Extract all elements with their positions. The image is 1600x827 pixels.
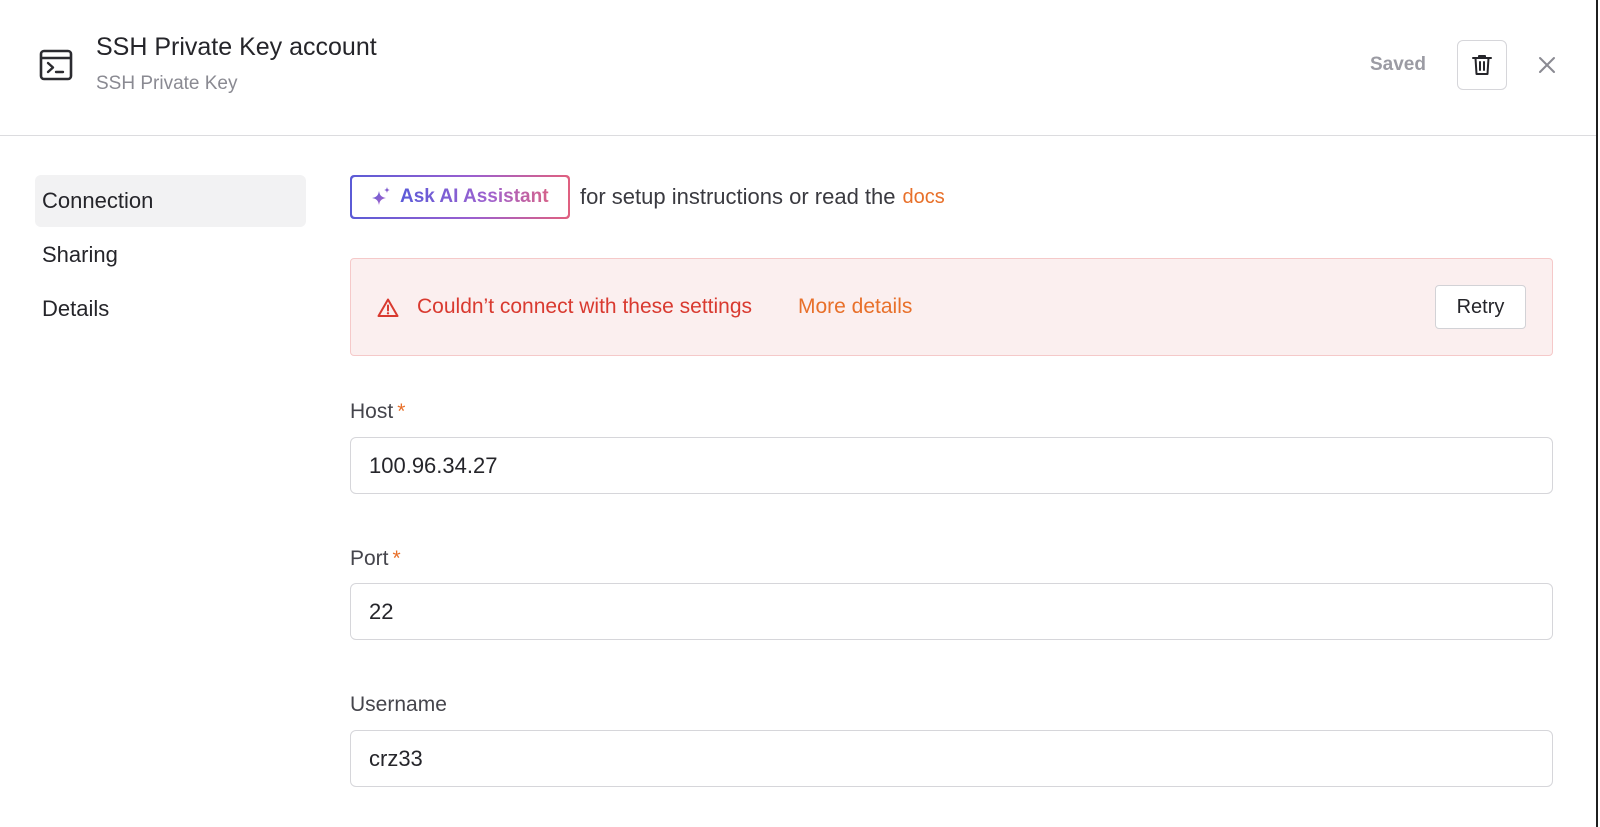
retry-button[interactable]: Retry: [1435, 285, 1526, 329]
sidebar-item-label: Connection: [42, 188, 154, 213]
port-label-text: Port: [350, 547, 389, 570]
sparkle-icon: [372, 187, 390, 205]
close-icon: [1539, 57, 1555, 73]
warning-icon: [377, 298, 399, 317]
sidebar-item-details[interactable]: Details: [35, 283, 306, 335]
page-subtitle: SSH Private Key: [96, 73, 238, 94]
port-label: Port *: [350, 547, 401, 571]
delete-button[interactable]: [1457, 40, 1507, 90]
error-message: Couldn’t connect with these settings: [417, 295, 753, 318]
required-indicator: *: [397, 400, 406, 423]
ai-assistant-label: Ask AI Assistant: [400, 186, 549, 207]
sidebar-item-sharing[interactable]: Sharing: [35, 229, 306, 281]
sidebar-item-label: Sharing: [42, 242, 118, 267]
required-indicator: *: [392, 547, 401, 570]
close-button[interactable]: [1532, 50, 1562, 80]
connection-panel: Ask AI Assistant for setup instructions …: [350, 175, 1553, 787]
terminal-icon: [39, 49, 73, 81]
credential-modal: SSH Private Key account SSH Private Key …: [0, 0, 1598, 827]
ai-button-inner: Ask AI Assistant: [352, 177, 568, 217]
docs-link[interactable]: docs: [903, 186, 945, 209]
host-input[interactable]: [350, 437, 1553, 494]
save-status-label: Saved: [1370, 54, 1426, 75]
modal-header: SSH Private Key account SSH Private Key …: [0, 0, 1596, 136]
page-title: SSH Private Key account: [96, 33, 377, 61]
username-label-text: Username: [350, 693, 447, 716]
sidebar-item-connection[interactable]: Connection: [35, 175, 306, 227]
sidebar-nav: Connection Sharing Details: [35, 175, 306, 337]
username-input[interactable]: [350, 730, 1553, 787]
port-input[interactable]: [350, 583, 1553, 640]
host-label-text: Host: [350, 400, 394, 423]
ai-assistant-row: Ask AI Assistant for setup instructions …: [350, 175, 1553, 219]
username-label: Username: [350, 693, 447, 717]
host-label: Host *: [350, 400, 405, 424]
trash-icon: [1472, 55, 1492, 75]
sidebar-item-label: Details: [42, 296, 110, 321]
setup-instructions-text: for setup instructions or read the: [580, 184, 896, 209]
more-details-link[interactable]: More details: [798, 295, 912, 319]
connection-error-banner: Couldn’t connect with these settings Mor…: [350, 258, 1553, 356]
ask-ai-assistant-button[interactable]: Ask AI Assistant: [350, 175, 570, 219]
